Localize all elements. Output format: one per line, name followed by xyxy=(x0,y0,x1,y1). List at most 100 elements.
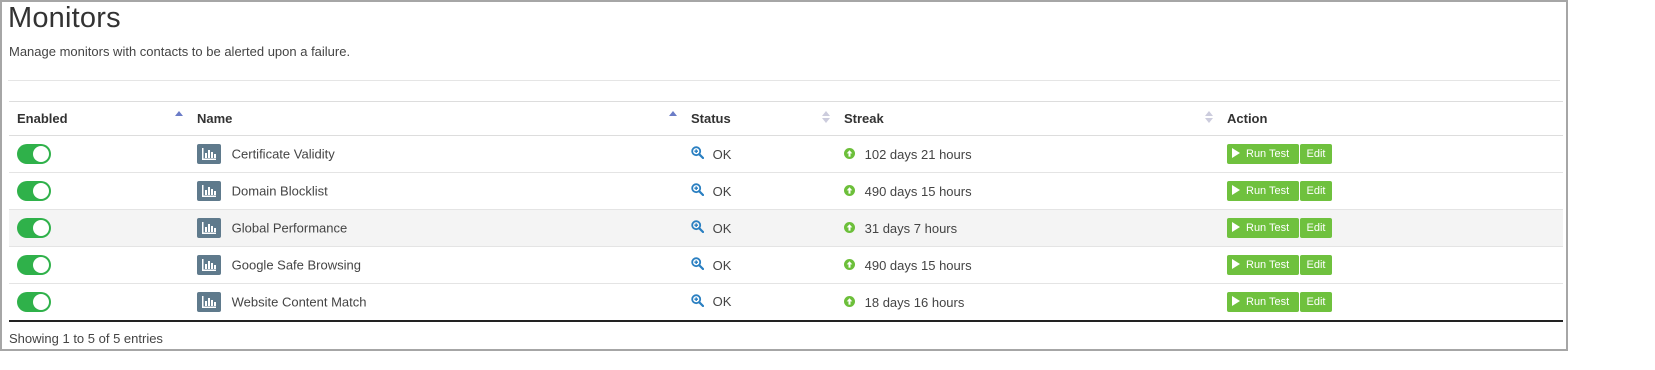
cell-streak: 490 days 15 hours xyxy=(836,172,1219,210)
column-header-label: Name xyxy=(197,111,233,126)
magnify-icon[interactable] xyxy=(691,183,705,199)
column-header-label: Status xyxy=(691,111,731,126)
status-value: OK xyxy=(712,257,732,273)
run-test-label: Run Test xyxy=(1246,295,1290,308)
status-value: OK xyxy=(712,220,732,236)
status-value: OK xyxy=(712,294,732,310)
column-header-label: Action xyxy=(1227,111,1268,126)
table-header-row: Enabled Name Status Streak Action xyxy=(9,101,1563,136)
run-test-button[interactable]: Run Test xyxy=(1227,144,1299,164)
play-icon xyxy=(1232,185,1240,195)
streak-value: 31 days 7 hours xyxy=(864,221,958,237)
magnify-icon[interactable] xyxy=(691,220,705,236)
divider xyxy=(8,80,1560,81)
cell-streak: 102 days 21 hours xyxy=(836,135,1219,173)
column-header-enabled[interactable]: Enabled xyxy=(9,101,189,136)
cell-enabled xyxy=(9,135,189,173)
bar-chart-icon[interactable] xyxy=(197,218,221,238)
table-row: Certificate Validity OK 102 days 21 hour… xyxy=(9,135,1563,173)
cell-status: OK xyxy=(683,172,836,210)
enabled-toggle[interactable] xyxy=(17,144,51,164)
magnify-icon[interactable] xyxy=(691,257,705,273)
column-header-action: Action xyxy=(1219,101,1563,136)
edit-button[interactable]: Edit xyxy=(1300,291,1332,312)
table-info: Showing 1 to 5 of 5 entries xyxy=(9,331,163,346)
cell-name: Google Safe Browsing xyxy=(189,246,683,284)
cell-streak: 490 days 15 hours xyxy=(836,246,1219,284)
cell-name: Website Content Match xyxy=(189,283,683,322)
toggle-knob xyxy=(33,183,49,199)
monitor-name[interactable]: Google Safe Browsing xyxy=(232,258,361,273)
cell-enabled xyxy=(9,246,189,284)
enabled-toggle[interactable] xyxy=(17,181,51,201)
toggle-knob xyxy=(33,257,49,273)
table-row: Google Safe Browsing OK 490 days 15 hour… xyxy=(9,246,1563,284)
monitor-name[interactable]: Domain Blocklist xyxy=(232,184,328,199)
arrow-up-circle-icon xyxy=(844,184,855,199)
run-test-button[interactable]: Run Test xyxy=(1227,291,1299,312)
toggle-knob xyxy=(33,220,49,236)
sort-both-icon xyxy=(822,111,830,125)
edit-button[interactable]: Edit xyxy=(1300,144,1332,164)
cell-action: Run Test Edit xyxy=(1219,172,1563,210)
magnify-icon[interactable] xyxy=(691,294,705,310)
enabled-toggle[interactable] xyxy=(17,218,51,238)
play-icon xyxy=(1232,222,1240,232)
page-subtitle: Manage monitors with contacts to be aler… xyxy=(9,44,351,59)
cell-name: Domain Blocklist xyxy=(189,172,683,210)
toggle-knob xyxy=(33,293,49,310)
bar-chart-icon[interactable] xyxy=(197,291,221,312)
sort-both-icon xyxy=(1205,111,1213,125)
enabled-toggle[interactable] xyxy=(17,291,51,312)
table-row: Domain Blocklist OK 490 days 15 hours Ru… xyxy=(9,172,1563,210)
arrow-up-circle-icon xyxy=(844,258,855,273)
edit-button[interactable]: Edit xyxy=(1300,255,1332,275)
column-header-label: Enabled xyxy=(17,111,68,126)
bar-chart-icon[interactable] xyxy=(197,181,221,201)
bar-chart-icon[interactable] xyxy=(197,144,221,164)
arrow-up-circle-icon xyxy=(844,295,855,310)
run-test-button[interactable]: Run Test xyxy=(1227,181,1299,201)
monitors-panel: Monitors Manage monitors with contacts t… xyxy=(0,0,1568,351)
run-test-button[interactable]: Run Test xyxy=(1227,218,1299,238)
edit-button[interactable]: Edit xyxy=(1300,181,1332,201)
streak-value: 102 days 21 hours xyxy=(864,147,972,163)
cell-name: Global Performance xyxy=(189,209,683,247)
monitors-table: Enabled Name Status Streak Action Certif… xyxy=(9,101,1563,322)
enabled-toggle[interactable] xyxy=(17,255,51,275)
sort-asc-icon xyxy=(669,111,677,125)
cell-streak: 31 days 7 hours xyxy=(836,209,1219,247)
streak-value: 18 days 16 hours xyxy=(864,294,965,310)
monitor-name[interactable]: Global Performance xyxy=(232,221,348,236)
toggle-knob xyxy=(33,146,49,162)
cell-status: OK xyxy=(683,283,836,322)
column-header-label: Streak xyxy=(844,111,884,126)
streak-value: 490 days 15 hours xyxy=(864,258,972,274)
edit-button[interactable]: Edit xyxy=(1300,218,1332,238)
bar-chart-icon[interactable] xyxy=(197,255,221,275)
column-header-name[interactable]: Name xyxy=(189,101,683,136)
cell-enabled xyxy=(9,209,189,247)
column-header-streak[interactable]: Streak xyxy=(836,101,1219,136)
sort-asc-icon xyxy=(175,111,183,125)
cell-status: OK xyxy=(683,246,836,284)
run-test-label: Run Test xyxy=(1246,185,1290,197)
page-title: Monitors xyxy=(8,2,121,34)
magnify-icon[interactable] xyxy=(691,146,705,162)
cell-action: Run Test Edit xyxy=(1219,209,1563,247)
cell-name: Certificate Validity xyxy=(189,135,683,173)
status-value: OK xyxy=(712,183,732,199)
cell-status: OK xyxy=(683,209,836,247)
play-icon xyxy=(1232,148,1240,158)
monitor-name[interactable]: Certificate Validity xyxy=(232,147,335,162)
column-header-status[interactable]: Status xyxy=(683,101,836,136)
table-row: Website Content Match OK 18 days 16 hour… xyxy=(9,283,1563,322)
table-row: Global Performance OK 31 days 7 hours Ru… xyxy=(9,209,1563,247)
run-test-label: Run Test xyxy=(1246,148,1290,160)
run-test-label: Run Test xyxy=(1246,259,1290,271)
cell-status: OK xyxy=(683,135,836,173)
cell-action: Run Test Edit xyxy=(1219,246,1563,284)
monitor-name[interactable]: Website Content Match xyxy=(232,294,367,309)
run-test-button[interactable]: Run Test xyxy=(1227,255,1299,275)
run-test-label: Run Test xyxy=(1246,222,1290,234)
